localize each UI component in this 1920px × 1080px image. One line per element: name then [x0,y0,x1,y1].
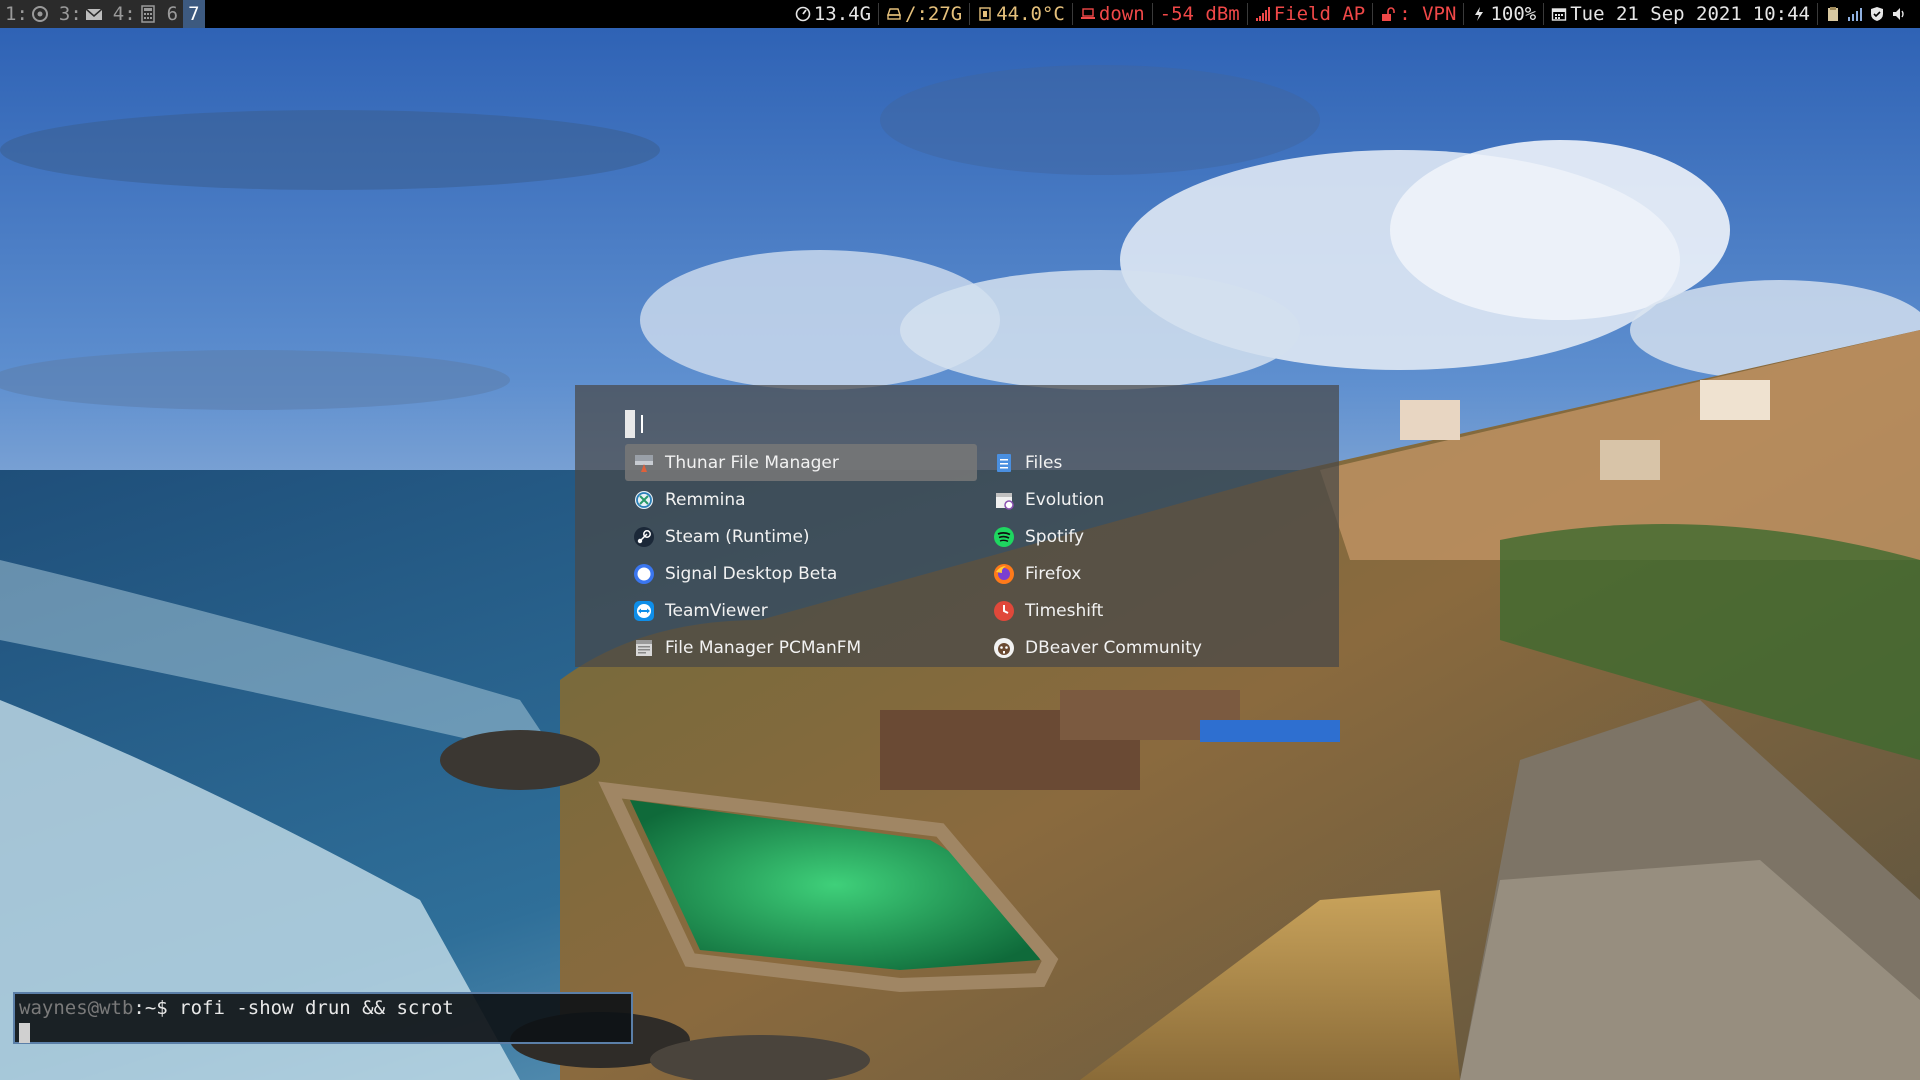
calendar-icon [1552,8,1567,21]
top-status-bar: 1: 3: 4: 6 7 13.4G /:27G 44.0°C down -54… [0,0,1920,28]
app-label: Files [1025,452,1063,473]
firefox-icon [993,563,1015,585]
terminal-command-line: waynes@wtb:~$ rofi -show drun && scrot [19,996,627,1020]
wifi-signal-status: -54 dBm [1153,3,1248,25]
text-caret [641,415,643,433]
app-label: Thunar File Manager [665,452,839,473]
app-label: Signal Desktop Beta [665,563,838,584]
files-icon [993,452,1015,474]
ethernet-value: down [1098,3,1145,25]
vpn-status: : VPN [1373,3,1465,25]
app-entry-teamviewer[interactable]: TeamViewer [625,592,985,629]
wifi-ssid-status: Field AP [1248,3,1374,25]
workspace-7[interactable]: 7 [183,0,205,28]
evolution-icon [993,489,1015,511]
memory-status: 13.4G [788,3,880,25]
status-blocks: 13.4G /:27G 44.0°C down -54 dBm Field AP… [788,0,1920,28]
workspace-1[interactable]: 1: [0,0,54,28]
disk-status: /:27G [879,3,971,25]
app-entry-files[interactable]: Files [985,444,1345,481]
battery-value: 100% [1490,3,1537,25]
terminal-cursor [19,1022,30,1043]
ethernet-status: down [1073,3,1153,25]
workspace-number: 1: [5,3,28,25]
mail-icon [85,5,103,23]
app-entry-firefox[interactable]: Firefox [985,555,1345,592]
volume-tray-icon[interactable] [1891,6,1907,22]
hard-drive-icon [887,8,902,20]
rofi-search-input[interactable] [625,410,1317,438]
pcmanfm-icon [633,637,655,659]
terminal-prompt: :~$ [133,997,180,1019]
unlocked-padlock-icon [1382,7,1396,21]
signal-bars-icon [1255,7,1270,21]
battery-status: 100% [1464,3,1545,25]
rofi-app-list: Thunar File Manager Files Remmina Evolut… [625,444,1317,666]
wifi-ssid-value: Field AP [1273,3,1366,25]
app-label: Steam (Runtime) [665,526,810,547]
workspace-6[interactable]: 6 [161,0,184,28]
chrome-icon [31,5,49,23]
clipboard-tray-icon[interactable] [1825,6,1841,22]
system-tray [1818,6,1914,22]
terminal-input-line[interactable] [19,1020,627,1044]
gauge-icon [795,6,811,22]
network-tray-icon[interactable] [1847,6,1863,22]
app-label: Remmina [665,489,746,510]
calculator-icon [139,5,157,23]
workspace-4[interactable]: 4: [107,0,162,28]
cpu-temp-value: 44.0°C [996,3,1065,25]
memory-value: 13.4G [813,3,872,25]
app-entry-evolution[interactable]: Evolution [985,481,1345,518]
laptop-icon [1080,8,1095,19]
terminal-command: rofi -show drun && scrot [179,997,454,1019]
app-label: Timeshift [1025,600,1104,621]
app-entry-dbeaver[interactable]: DBeaver Community [985,629,1345,666]
app-entry-timeshift[interactable]: Timeshift [985,592,1345,629]
disk-value: /:27G [905,3,963,25]
app-label: File Manager PCManFM [665,637,862,658]
datetime-status[interactable]: Tue 21 Sep 2021 10:44 [1544,3,1818,25]
dbeaver-icon [993,637,1015,659]
date-value: Tue 21 Sep 2021 [1570,3,1742,25]
app-entry-thunar[interactable]: Thunar File Manager [625,444,977,481]
timeshift-icon [993,600,1015,622]
thunar-icon [633,452,655,474]
time-value: 10:44 [1752,3,1810,25]
app-label: Evolution [1025,489,1105,510]
spotify-icon [993,526,1015,548]
app-entry-spotify[interactable]: Spotify [985,518,1345,555]
shield-tray-icon[interactable] [1869,6,1885,22]
vpn-value: : VPN [1399,3,1457,25]
teamviewer-icon [633,600,655,622]
app-label: Spotify [1025,526,1085,547]
app-entry-remmina[interactable]: Remmina [625,481,985,518]
steam-icon [633,526,655,548]
prompt-block [625,410,635,438]
workspace-number: 7 [188,3,200,25]
app-entry-pcmanfm[interactable]: File Manager PCManFM [625,629,985,666]
app-label: Firefox [1025,563,1082,584]
app-label: TeamViewer [665,600,768,621]
workspace-3[interactable]: 3: [53,0,108,28]
terminal-window[interactable]: waynes@wtb:~$ rofi -show drun && scrot [13,992,633,1044]
app-entry-steam[interactable]: Steam (Runtime) [625,518,985,555]
lightning-icon [1475,7,1484,21]
remmina-icon [633,489,655,511]
cpu-temp-status: 44.0°C [970,3,1073,25]
workspace-number: 6 [166,3,179,25]
wifi-signal-value: -54 dBm [1159,3,1240,25]
rofi-app-launcher: Thunar File Manager Files Remmina Evolut… [575,385,1339,667]
workspace-switcher: 1: 3: 4: 6 7 [0,0,205,28]
cpu-icon [979,7,991,21]
app-label: DBeaver Community [1025,637,1202,658]
terminal-user-host: waynes@wtb [19,997,134,1019]
workspace-number: 4: [112,3,136,25]
workspace-number: 3: [58,3,82,25]
app-entry-signal[interactable]: Signal Desktop Beta [625,555,985,592]
signal-icon [633,563,655,585]
